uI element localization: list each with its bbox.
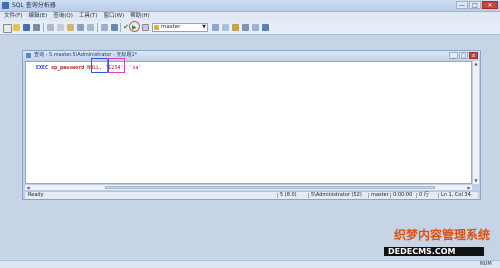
sql-keyword: EXEC	[36, 65, 49, 71]
app-icon	[2, 2, 9, 9]
chevron-down-icon[interactable]: ▼	[202, 24, 206, 31]
object-browser-icon[interactable]	[212, 24, 219, 31]
scroll-up-icon[interactable]: ▲	[473, 61, 479, 67]
window-title: SQL 查询分析器	[12, 2, 56, 9]
status-separator	[308, 193, 309, 198]
results-mode-icon[interactable]	[111, 24, 118, 31]
status-separator	[438, 193, 439, 198]
database-select[interactable]: master ▼	[152, 23, 208, 32]
undo-icon[interactable]	[101, 24, 108, 31]
query-status-bar: Ready 5 (8.0) 5\Administrator (52) maste…	[25, 191, 478, 199]
menu-tools[interactable]: 工具(T)	[79, 12, 98, 21]
new-password-highlight-box	[107, 58, 125, 73]
status-server: 5 (8.0)	[280, 192, 297, 198]
trace-icon[interactable]	[242, 24, 249, 31]
clear-window-icon[interactable]	[77, 24, 84, 31]
toolbar-separator	[43, 23, 44, 32]
new-query-icon[interactable]	[3, 24, 12, 33]
menu-window[interactable]: 窗口(W)	[104, 12, 125, 21]
status-separator	[277, 193, 278, 198]
object-search-icon[interactable]	[222, 24, 229, 31]
horizontal-scrollbar[interactable]: ◀ ▶	[25, 184, 472, 190]
watermark-title: 织梦内容管理系统	[394, 228, 491, 242]
document-icon	[26, 53, 31, 58]
menu-file[interactable]: 文件(F)	[4, 12, 22, 21]
open-icon[interactable]	[13, 24, 20, 31]
results-pane-icon[interactable]	[262, 24, 269, 31]
find-icon[interactable]	[87, 24, 94, 31]
title-bar: SQL 查询分析器 — □ ✕	[0, 0, 500, 12]
child-maximize-button[interactable]: □	[459, 52, 468, 59]
close-button[interactable]: ✕	[482, 1, 498, 9]
cut-icon[interactable]	[47, 24, 54, 31]
child-minimize-button[interactable]: _	[449, 52, 458, 59]
scroll-right-icon[interactable]: ▶	[466, 185, 472, 190]
sql-procedure: sp_password	[51, 65, 85, 71]
copy-icon[interactable]	[57, 24, 64, 31]
status-rows: 0 行	[419, 192, 429, 198]
child-close-button[interactable]: x	[469, 52, 478, 59]
statistics-icon[interactable]	[252, 24, 259, 31]
toolbar: ✔ ▶ master ▼	[0, 21, 500, 35]
execution-plan-icon[interactable]	[232, 24, 239, 31]
toolbar-separator	[120, 23, 121, 32]
maximize-button[interactable]: □	[469, 1, 481, 9]
watermark-url: DEDECMS.COM	[388, 247, 456, 256]
window-controls: — □ ✕	[456, 1, 498, 9]
status-separator	[368, 193, 369, 198]
scroll-left-icon[interactable]: ◀	[25, 185, 31, 190]
status-user: 5\Administrator (52)	[311, 192, 362, 198]
status-time: 0:00:00	[393, 192, 413, 198]
minimize-button[interactable]: —	[456, 1, 468, 9]
vertical-scrollbar[interactable]: ▲ ▼	[472, 61, 479, 184]
status-separator	[390, 193, 391, 198]
scrollbar-thumb[interactable]	[105, 186, 435, 189]
sql-line: EXEC sp_password NULL, '1234', 'sa'	[36, 65, 142, 71]
database-icon	[154, 25, 159, 30]
menu-query[interactable]: 查询(Q)	[53, 12, 73, 21]
toolbar-separator	[97, 23, 98, 32]
save-icon[interactable]	[23, 24, 30, 31]
database-select-value: master	[161, 24, 181, 30]
sql-editor[interactable]: EXEC sp_password NULL, '1234', 'sa'	[25, 61, 472, 184]
scroll-down-icon[interactable]: ▼	[473, 178, 479, 184]
status-separator	[416, 193, 417, 198]
menu-edit[interactable]: 编辑(E)	[28, 12, 47, 21]
insert-template-icon[interactable]	[33, 24, 40, 31]
menu-help[interactable]: 帮助(H)	[130, 12, 149, 21]
cancel-query-icon[interactable]	[142, 24, 149, 31]
query-analyzer-window: SQL 查询分析器 — □ ✕ 文件(F) 编辑(E) 查询(Q) 工具(T) …	[0, 0, 500, 268]
menu-bar: 文件(F) 编辑(E) 查询(Q) 工具(T) 窗口(W) 帮助(H)	[0, 12, 500, 21]
status-database: master	[371, 192, 389, 198]
sql-new-password: 'sa'	[129, 65, 142, 71]
query-window-controls: _ □ x	[449, 52, 478, 59]
status-position: Ln 1, Col 34	[441, 192, 471, 198]
status-ready: Ready	[28, 192, 44, 198]
execute-query-icon[interactable]: ▶	[132, 24, 139, 31]
paste-icon[interactable]	[67, 24, 74, 31]
